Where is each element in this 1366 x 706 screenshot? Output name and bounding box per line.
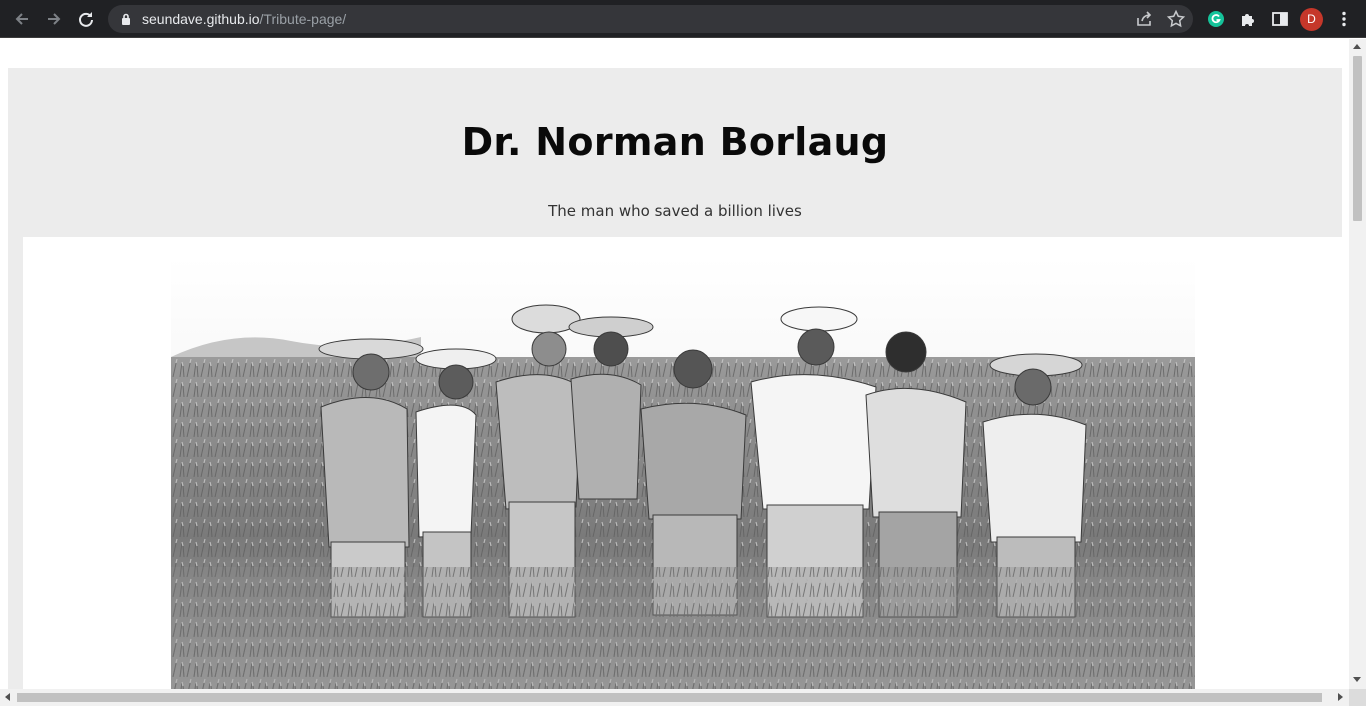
vertical-scroll-thumb[interactable] — [1353, 56, 1362, 221]
browser-menu-button[interactable] — [1331, 7, 1357, 31]
reload-icon — [79, 12, 93, 27]
side-panel-button[interactable] — [1267, 7, 1293, 31]
page-subtitle: The man who saved a billion lives — [548, 202, 802, 220]
scrollbar-corner — [1349, 689, 1366, 706]
puzzle-icon — [1242, 14, 1254, 26]
back-button[interactable] — [9, 7, 35, 31]
page-viewport: Dr. Norman Borlaug The man who saved a b… — [0, 39, 1349, 689]
bookmark-button[interactable] — [1166, 9, 1186, 29]
address-bar[interactable]: seundave.github.io/Tribute-page/ — [108, 5, 1193, 33]
arrow-left-icon — [15, 13, 28, 25]
scroll-down-arrow-icon[interactable] — [1353, 677, 1361, 682]
share-icon — [1137, 11, 1152, 26]
extensions-button[interactable] — [1235, 7, 1261, 31]
browser-toolbar: seundave.github.io/Tribute-page/ D — [0, 0, 1366, 38]
lock-icon — [122, 13, 130, 25]
grammarly-extension-button[interactable] — [1203, 7, 1229, 31]
kebab-menu-icon — [1342, 11, 1346, 27]
tribute-main: Dr. Norman Borlaug The man who saved a b… — [8, 68, 1342, 689]
url-path: /Tribute-page/ — [259, 11, 347, 27]
arrow-right-icon — [48, 13, 61, 25]
share-button[interactable] — [1134, 9, 1154, 29]
horizontal-scroll-thumb[interactable] — [17, 693, 1322, 702]
horizontal-scrollbar[interactable] — [0, 689, 1349, 706]
page-title: Dr. Norman Borlaug — [461, 120, 889, 164]
scroll-right-arrow-icon[interactable] — [1338, 693, 1343, 701]
star-icon — [1166, 9, 1186, 28]
vertical-scrollbar[interactable] — [1349, 39, 1366, 689]
grammarly-icon — [1208, 11, 1224, 27]
forward-button[interactable] — [41, 7, 67, 31]
url-host: seundave.github.io — [142, 11, 260, 27]
side-panel-icon — [1272, 12, 1288, 26]
scroll-up-arrow-icon[interactable] — [1353, 44, 1361, 49]
profile-avatar[interactable]: D — [1300, 8, 1323, 31]
scroll-left-arrow-icon[interactable] — [5, 693, 10, 701]
url-text: seundave.github.io/Tribute-page/ — [142, 11, 346, 27]
reload-button[interactable] — [73, 7, 99, 31]
image-container — [23, 237, 1342, 689]
tribute-photo — [171, 237, 1195, 689]
